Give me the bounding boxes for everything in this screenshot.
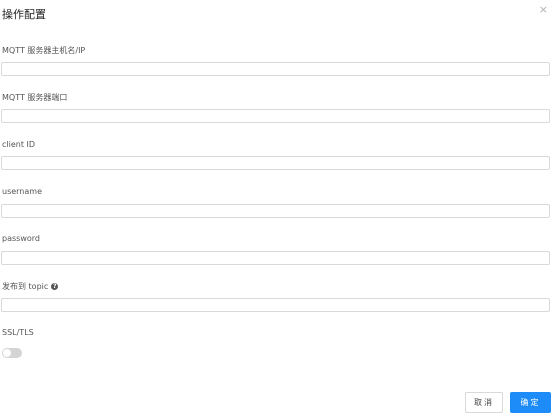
username-label: username: [2, 187, 42, 196]
close-icon[interactable]: ×: [539, 4, 548, 15]
password-input[interactable]: [1, 251, 550, 265]
operation-config-dialog: 操作配置 × MQTT 服务器主机名/IP MQTT 服务器端口 client …: [0, 0, 554, 419]
toggle-knob: [3, 349, 11, 357]
ssl-label: SSL/TLS: [2, 328, 34, 337]
dialog-title: 操作配置: [2, 8, 46, 21]
port-label: MQTT 服务器端口: [2, 93, 68, 102]
topic-label-text: 发布到 topic: [2, 282, 49, 291]
topic-label: 发布到 topic ?: [2, 281, 59, 292]
confirm-button[interactable]: 确定: [510, 392, 551, 413]
client-id-input[interactable]: [1, 156, 550, 170]
password-label: password: [2, 234, 40, 243]
ssl-toggle[interactable]: [2, 348, 22, 358]
client-id-label: client ID: [2, 140, 36, 149]
username-input[interactable]: [1, 204, 550, 218]
host-input[interactable]: [1, 62, 550, 76]
topic-input[interactable]: [1, 298, 550, 312]
cancel-button[interactable]: 取消: [465, 392, 503, 413]
host-label: MQTT 服务器主机名/IP: [2, 46, 86, 55]
port-input[interactable]: [1, 109, 550, 123]
help-icon[interactable]: ?: [51, 283, 59, 290]
